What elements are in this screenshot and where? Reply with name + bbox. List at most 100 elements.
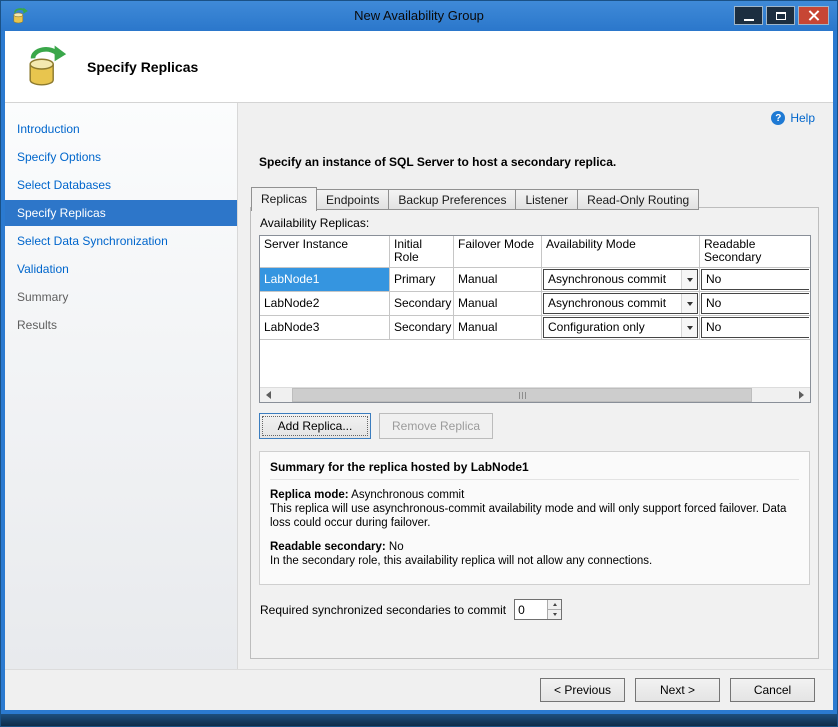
caption-buttons	[734, 6, 829, 25]
minimize-icon	[744, 19, 754, 21]
scrollbar-thumb[interactable]	[292, 388, 752, 402]
wizard-header: Specify Replicas	[5, 31, 833, 103]
cell-readable-secondary: No	[700, 316, 810, 340]
replica-mode-label: Replica mode:	[270, 489, 349, 501]
replica-mode-description: This replica will use asynchronous-commi…	[270, 502, 799, 530]
help-link[interactable]: ? Help	[771, 111, 815, 125]
cancel-button[interactable]: Cancel	[730, 678, 815, 702]
maximize-icon	[776, 12, 786, 20]
wizard-body: Introduction Specify Options Select Data…	[5, 103, 833, 669]
next-button[interactable]: Next >	[635, 678, 720, 702]
new-availability-group-window: New Availability Group Specify Replicas …	[0, 0, 838, 727]
wizard-steps: Introduction Specify Options Select Data…	[5, 103, 238, 669]
cell-availability-mode: Configuration only	[542, 316, 700, 340]
close-icon	[808, 10, 819, 21]
sidebar-item-introduction[interactable]: Introduction	[5, 115, 237, 143]
availability-mode-select[interactable]: Asynchronous commit	[543, 269, 698, 290]
help-icon: ?	[771, 111, 785, 125]
dialog-client-area: Specify Replicas Introduction Specify Op…	[5, 31, 833, 710]
minimize-button[interactable]	[734, 6, 763, 25]
tab-endpoints[interactable]: Endpoints	[317, 189, 389, 210]
chevron-down-icon[interactable]	[681, 294, 697, 313]
sidebar-item-specify-options[interactable]: Specify Options	[5, 143, 237, 171]
table-row: LabNode2 Secondary Manual Asynchronous c…	[260, 292, 810, 316]
remove-replica-button[interactable]: Remove Replica	[379, 413, 493, 439]
replicas-tab-panel: Availability Replicas: Server Instance I…	[250, 207, 819, 659]
cell-readable-secondary: No	[700, 268, 810, 292]
close-button[interactable]	[798, 6, 829, 25]
spin-up-icon	[553, 601, 557, 606]
readable-secondary-description: In the secondary role, this availability…	[270, 554, 799, 568]
scroll-right-button[interactable]	[794, 388, 810, 402]
quorum-label: Required synchronized secondaries to com…	[260, 603, 506, 617]
readable-secondary-select[interactable]: No	[701, 293, 809, 314]
maximize-button[interactable]	[766, 6, 795, 25]
cell-failover-mode[interactable]: Manual	[454, 316, 542, 340]
tab-read-only-routing[interactable]: Read-Only Routing	[578, 189, 699, 210]
tab-listener[interactable]: Listener	[516, 189, 578, 210]
chevron-down-icon[interactable]	[681, 318, 697, 337]
col-header-failover-mode: Failover Mode	[454, 236, 542, 268]
chevron-down-icon[interactable]	[681, 270, 697, 289]
col-header-server-instance: Server Instance	[260, 236, 390, 268]
quorum-stepper	[514, 599, 562, 620]
tab-strip: Replicas Endpoints Backup Preferences Li…	[251, 186, 699, 210]
cell-initial-role[interactable]: Secondary	[390, 316, 454, 340]
cell-failover-mode[interactable]: Manual	[454, 292, 542, 316]
quorum-row: Required synchronized secondaries to com…	[259, 599, 810, 620]
previous-button[interactable]: < Previous	[540, 678, 625, 702]
cell-initial-role[interactable]: Secondary	[390, 292, 454, 316]
tab-backup-preferences[interactable]: Backup Preferences	[389, 189, 516, 210]
readable-secondary-label: Readable secondary:	[270, 541, 386, 553]
scroll-left-icon	[262, 391, 271, 399]
horizontal-scrollbar	[260, 387, 810, 402]
grid-header-row: Server Instance Initial Role Failover Mo…	[260, 236, 810, 268]
window-title: New Availability Group	[1, 1, 837, 31]
sidebar-item-validation[interactable]: Validation	[5, 255, 237, 283]
availability-mode-select[interactable]: Configuration only	[543, 317, 698, 338]
titlebar: New Availability Group	[1, 1, 837, 31]
sidebar-item-select-databases[interactable]: Select Databases	[5, 171, 237, 199]
wizard-footer: < Previous Next > Cancel	[5, 669, 833, 710]
spin-down-button[interactable]	[548, 610, 561, 619]
availability-replicas-grid: Server Instance Initial Role Failover Mo…	[259, 235, 811, 403]
sidebar-item-select-data-synchronization[interactable]: Select Data Synchronization	[5, 227, 237, 255]
cell-availability-mode: Asynchronous commit	[542, 268, 700, 292]
scroll-left-button[interactable]	[260, 388, 276, 402]
scroll-right-icon	[799, 391, 808, 399]
col-header-initial-role: Initial Role	[390, 236, 454, 268]
instruction-text: Specify an instance of SQL Server to hos…	[259, 155, 616, 169]
col-header-availability-mode: Availability Mode	[542, 236, 700, 268]
cell-failover-mode[interactable]: Manual	[454, 268, 542, 292]
add-replica-button[interactable]: Add Replica...	[259, 413, 371, 439]
wizard-content: ? Help Specify an instance of SQL Server…	[238, 103, 833, 669]
tab-replicas[interactable]: Replicas	[251, 187, 317, 211]
cell-initial-role[interactable]: Primary	[390, 268, 454, 292]
readable-secondary-value: No	[389, 541, 404, 553]
replica-mode-value: Asynchronous commit	[351, 489, 464, 501]
sidebar-item-specify-replicas[interactable]: Specify Replicas	[5, 200, 237, 226]
availability-mode-value: Asynchronous commit	[544, 294, 681, 313]
readable-secondary-select[interactable]: No	[701, 317, 809, 338]
table-row: LabNode1 Primary Manual Asynchronous com…	[260, 268, 810, 292]
replica-buttons-row: Add Replica... Remove Replica	[259, 413, 810, 439]
availability-group-icon	[23, 44, 69, 90]
availability-mode-select[interactable]: Asynchronous commit	[543, 293, 698, 314]
col-header-readable-secondary: Readable Secondary	[700, 236, 810, 268]
replica-summary-box: Summary for the replica hosted by LabNod…	[259, 451, 810, 585]
cell-availability-mode: Asynchronous commit	[542, 292, 700, 316]
page-title: Specify Replicas	[87, 59, 198, 75]
sidebar-item-summary: Summary	[5, 283, 237, 311]
cell-server-instance[interactable]: LabNode1	[260, 268, 390, 292]
spin-down-icon	[553, 613, 557, 618]
table-row: LabNode3 Secondary Manual Configuration …	[260, 316, 810, 340]
cell-server-instance[interactable]: LabNode2	[260, 292, 390, 316]
cell-readable-secondary: No	[700, 292, 810, 316]
availability-replicas-label: Availability Replicas:	[260, 216, 810, 230]
scrollbar-track[interactable]	[276, 388, 794, 402]
quorum-input[interactable]	[515, 600, 547, 619]
spin-up-button[interactable]	[548, 600, 561, 610]
cell-server-instance[interactable]: LabNode3	[260, 316, 390, 340]
window-bottom-frame	[1, 714, 837, 726]
readable-secondary-select[interactable]: No	[701, 269, 809, 290]
